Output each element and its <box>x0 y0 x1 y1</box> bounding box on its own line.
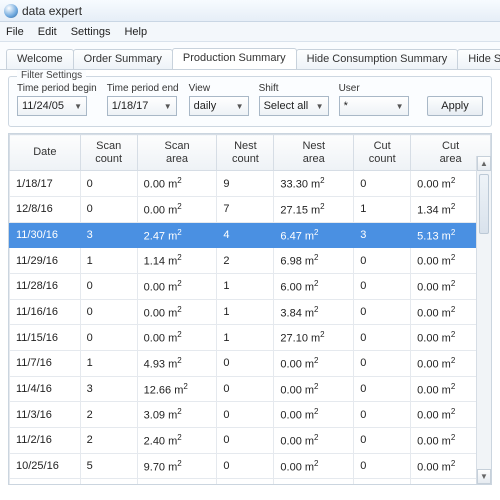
scroll-thumb[interactable] <box>479 174 489 234</box>
filter-legend: Filter Settings <box>17 70 86 81</box>
data-grid: Date Scancount Scanarea Nestcount Nestar… <box>8 133 492 485</box>
table-row[interactable]: 11/28/1600.00 m216.00 m200.00 m2 <box>10 273 491 299</box>
menu-help[interactable]: Help <box>124 26 147 38</box>
app-icon <box>4 4 18 18</box>
table-row[interactable]: 11/30/1632.47 m246.47 m235.13 m2 <box>10 222 491 248</box>
window-title: data expert <box>22 4 82 18</box>
label-time-end: Time period end <box>107 83 179 94</box>
col-header-scan-count[interactable]: Scancount <box>80 135 137 171</box>
chevron-down-icon: ▼ <box>316 102 324 111</box>
value-time-begin: 11/24/05 <box>22 100 64 112</box>
tab-order-summary[interactable]: Order Summary <box>73 49 173 69</box>
menubar: File Edit Settings Help <box>0 22 500 42</box>
value-time-end: 1/18/17 <box>112 100 149 112</box>
tab-welcome[interactable]: Welcome <box>6 49 74 69</box>
table-row[interactable]: 11/7/1614.93 m200.00 m200.00 m2 <box>10 350 491 376</box>
input-time-begin[interactable]: 11/24/05 ▼ <box>17 96 87 116</box>
tabstrip: WelcomeOrder SummaryProduction SummaryHi… <box>0 42 500 70</box>
value-view: daily <box>194 100 217 112</box>
tab-production-summary[interactable]: Production Summary <box>172 48 297 69</box>
vertical-scrollbar[interactable]: ▲ ▼ <box>476 156 491 484</box>
filter-panel: Filter Settings Time period begin 11/24/… <box>8 76 492 127</box>
apply-button[interactable]: Apply <box>427 96 483 116</box>
table-row[interactable]: 1/18/1700.00 m2933.30 m200.00 m2 <box>10 171 491 197</box>
label-user: User <box>339 83 409 94</box>
apply-label: Apply <box>441 100 469 112</box>
input-time-end[interactable]: 1/18/17 ▼ <box>107 96 177 116</box>
col-header-date[interactable]: Date <box>10 135 81 171</box>
menu-file[interactable]: File <box>6 26 24 38</box>
scroll-up-icon[interactable]: ▲ <box>477 156 491 171</box>
col-header-cut-count[interactable]: Cutcount <box>354 135 411 171</box>
scroll-down-icon[interactable]: ▼ <box>477 469 491 484</box>
select-user[interactable]: * ▼ <box>339 96 409 116</box>
table-row[interactable]: 11/2/1622.40 m200.00 m200.00 m2 <box>10 427 491 453</box>
value-shift: Select all <box>264 100 309 112</box>
chevron-down-icon: ▼ <box>164 102 172 111</box>
label-shift: Shift <box>259 83 329 94</box>
table-row[interactable]: 11/4/16312.66 m200.00 m200.00 m2 <box>10 376 491 402</box>
menu-edit[interactable]: Edit <box>38 26 57 38</box>
menu-settings[interactable]: Settings <box>71 26 111 38</box>
tab-hide-stock-summary[interactable]: Hide Stock Summary <box>457 49 500 69</box>
header-row: Date Scancount Scanarea Nestcount Nestar… <box>10 135 491 171</box>
col-header-nest-count[interactable]: Nestcount <box>217 135 274 171</box>
label-time-begin: Time period begin <box>17 83 97 94</box>
tab-hide-consumption-summary[interactable]: Hide Consumption Summary <box>296 49 459 69</box>
label-view: View <box>189 83 249 94</box>
table-row[interactable]: 11/3/1623.09 m200.00 m200.00 m2 <box>10 402 491 428</box>
table-row[interactable]: 10/24/1611.20 m200.00 m200.00 m2 <box>10 479 491 485</box>
chevron-down-icon: ▼ <box>236 102 244 111</box>
value-user: * <box>344 100 348 112</box>
table-row[interactable]: 10/25/1659.70 m200.00 m200.00 m2 <box>10 453 491 479</box>
col-header-scan-area[interactable]: Scanarea <box>137 135 217 171</box>
table-row[interactable]: 11/29/1611.14 m226.98 m200.00 m2 <box>10 248 491 274</box>
chevron-down-icon: ▼ <box>74 102 82 111</box>
col-header-nest-area[interactable]: Nestarea <box>274 135 354 171</box>
chevron-down-icon: ▼ <box>396 102 404 111</box>
table-row[interactable]: 11/15/1600.00 m2127.10 m200.00 m2 <box>10 325 491 351</box>
table-row[interactable]: 11/16/1600.00 m213.84 m200.00 m2 <box>10 299 491 325</box>
select-view[interactable]: daily ▼ <box>189 96 249 116</box>
table-row[interactable]: 12/8/1600.00 m2727.15 m211.34 m2 <box>10 196 491 222</box>
select-shift[interactable]: Select all ▼ <box>259 96 329 116</box>
window-titlebar: data expert <box>0 0 500 22</box>
